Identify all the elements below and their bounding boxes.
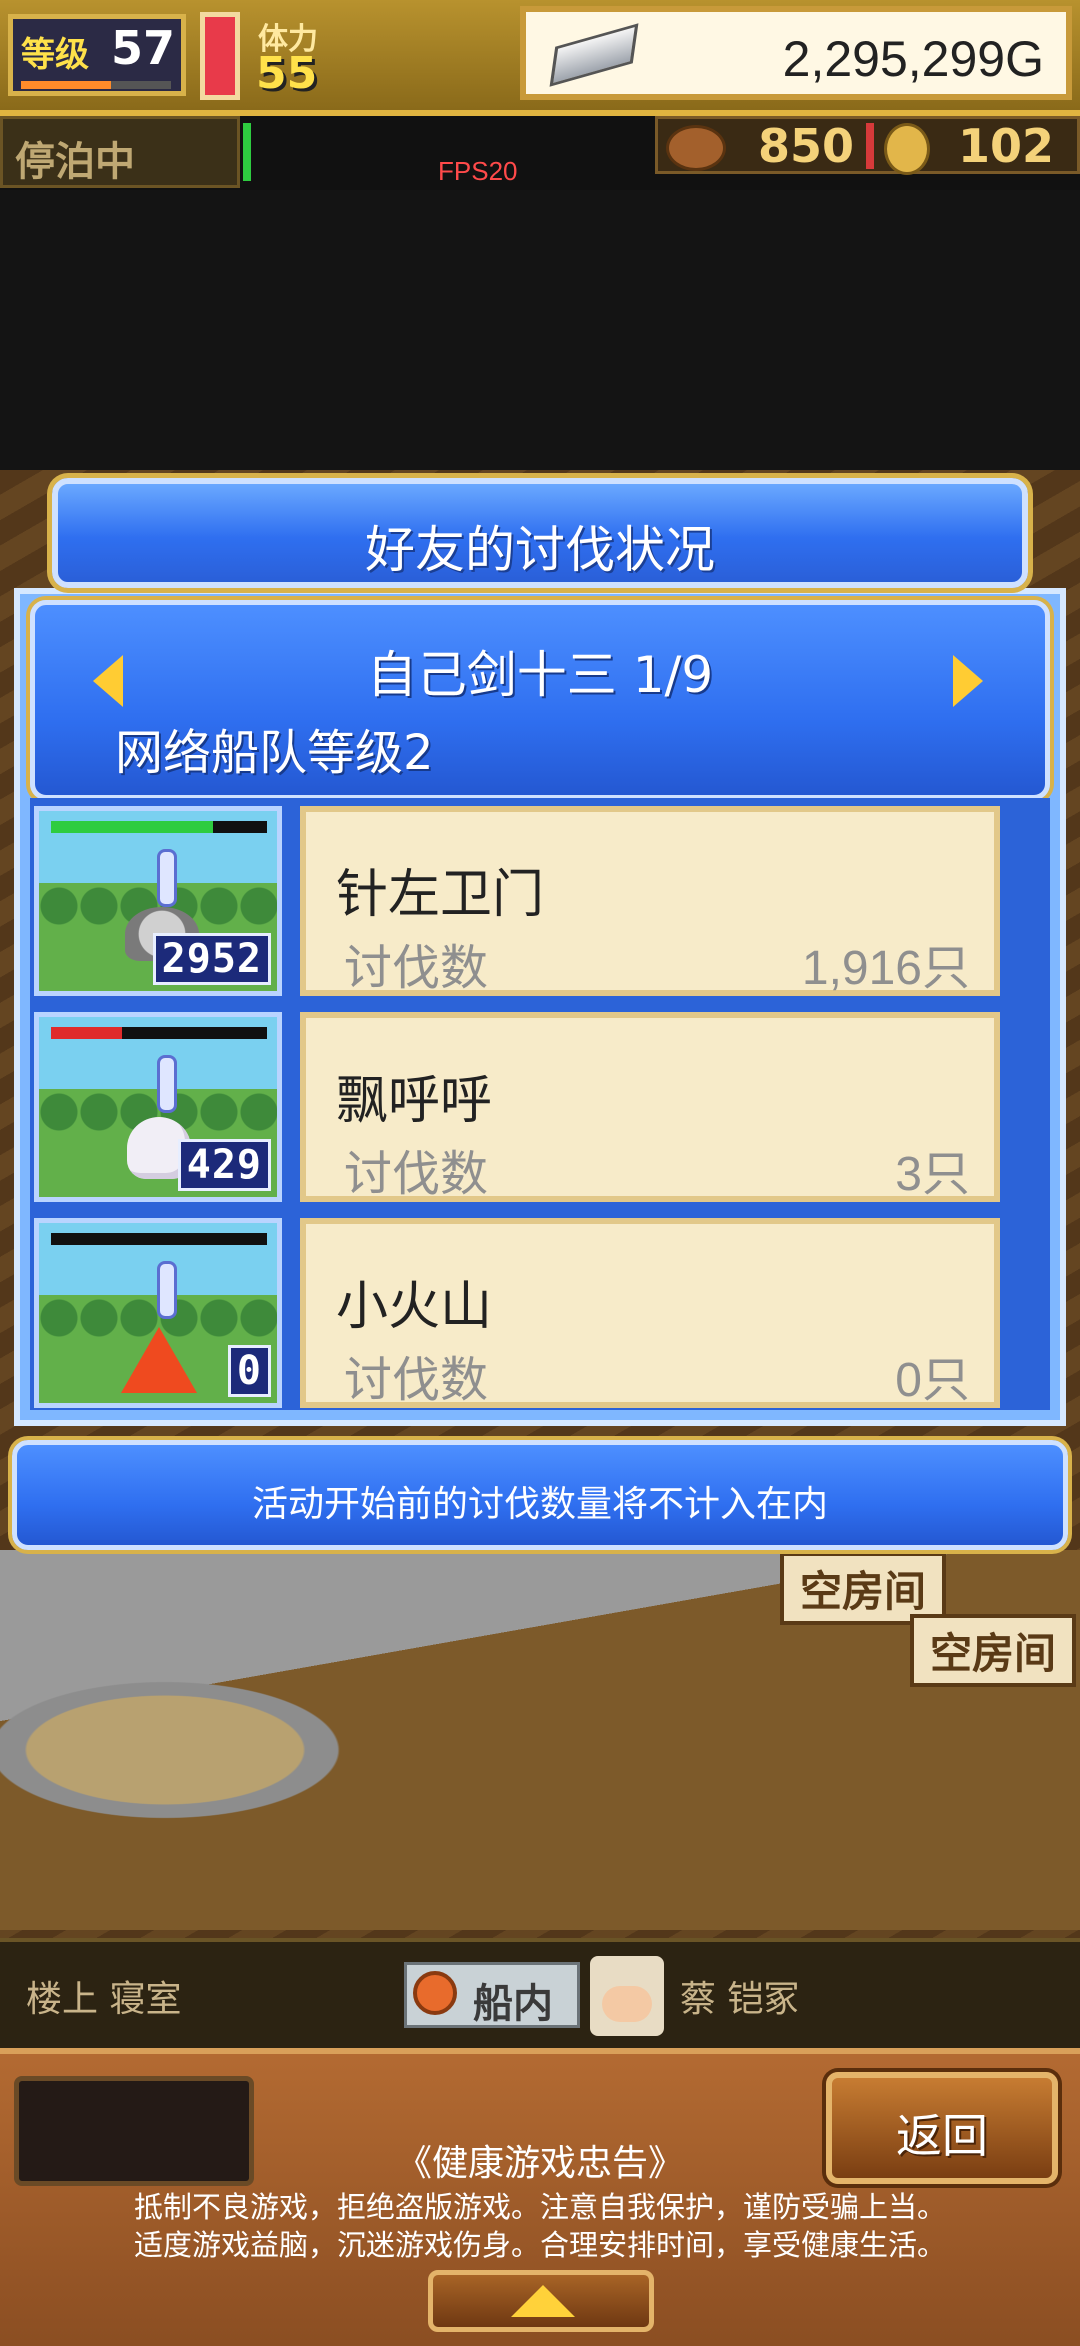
fps-counter: FPS20 [438, 156, 518, 186]
dock-status-text: 停泊中 [15, 139, 135, 185]
health-advisory-line1: 抵制不良游戏，拒绝盗版游戏。注意自我保护，谨防受骗上当。 [133, 2190, 946, 2224]
kill-label: 讨伐数 [344, 940, 489, 996]
up-arrow-icon [511, 2285, 575, 2317]
dock-status: 停泊中 [0, 116, 251, 188]
hp-bar [51, 821, 267, 833]
hp-bar [51, 1027, 267, 1039]
health-advisory-title: 《健康游戏忠告》 [395, 2143, 684, 2184]
food-count: 850 [758, 119, 855, 173]
level-value: 57 [111, 21, 176, 75]
resource-separator [866, 123, 874, 169]
kill-count: 3只 [895, 1148, 970, 1201]
expand-menu-button[interactable] [428, 2270, 654, 2332]
monster-list[interactable]: 2952 针左卫门 讨伐数 1,916只 429 飘呼呼 讨伐数 3只 0 小火… [30, 798, 1050, 1410]
medal-coin-icon [884, 123, 930, 175]
thumb-count: 0 [227, 1345, 271, 1397]
exp-bar [21, 81, 171, 89]
monster-thumbnail: 2952 [34, 806, 282, 996]
kill-label: 讨伐数 [344, 1352, 489, 1408]
thumb-count: 2952 [152, 933, 271, 985]
food-icon [666, 125, 726, 171]
gold-box: 2,295,299G [520, 6, 1072, 100]
monster-name: 小火山 [336, 1277, 493, 1337]
level-label: 等级 [21, 35, 89, 75]
stamina-value: 55 [256, 48, 318, 99]
kill-count: 0只 [895, 1354, 970, 1407]
kill-count: 1,916只 [801, 942, 970, 995]
level-box: 等级 57 [8, 14, 186, 96]
alert-icon [157, 1055, 177, 1113]
silver-bar-icon [549, 23, 639, 87]
thumb-count: 429 [177, 1139, 271, 1191]
room-sign[interactable]: 空房间 [910, 1614, 1077, 1687]
alert-icon [157, 1261, 177, 1319]
location-upstairs[interactable]: 楼上 寝室 [26, 1970, 181, 2022]
list-item[interactable]: 429 飘呼呼 讨伐数 3只 [30, 1004, 1030, 1208]
dock-indicator [243, 123, 251, 181]
coin-count: 102 [958, 119, 1055, 173]
hp-bar [51, 1233, 267, 1245]
character-name[interactable]: 蔡 铠冢 [680, 1970, 799, 2022]
resource-bar: 850 102 [655, 116, 1080, 175]
top-status-bar: 等级 57 体力 55 2,295,299G [0, 0, 1080, 116]
list-item[interactable]: 0 小火山 讨伐数 0只 [30, 1210, 1030, 1410]
current-location-label: 船内 [473, 1981, 553, 2027]
character-avatar[interactable] [590, 1956, 664, 2036]
gold-value: 2,295,299G [782, 31, 1044, 87]
hp-gauge [200, 12, 240, 100]
monster-name: 飘呼呼 [336, 1071, 493, 1131]
location-bar: 楼上 寝室 船内 蔡 铠冢 [0, 1938, 1080, 2056]
next-arrow-icon[interactable] [953, 655, 983, 707]
list-item[interactable]: 2952 针左卫门 讨伐数 1,916只 [30, 798, 1030, 1002]
notice-bar: 活动开始前的讨伐数量将不计入在内 [12, 1440, 1068, 1550]
fire-monster-icon [121, 1327, 197, 1393]
monster-card[interactable]: 飘呼呼 讨伐数 3只 [300, 1012, 1000, 1202]
monster-thumbnail: 0 [34, 1218, 282, 1408]
monster-thumbnail: 429 [34, 1012, 282, 1202]
fleet-level: 网络船队等级2 [115, 725, 434, 781]
monster-card[interactable]: 小火山 讨伐数 0只 [300, 1218, 1000, 1408]
player-name: 自己剑十三 1/9 [366, 646, 714, 704]
current-location[interactable]: 船内 [404, 1962, 580, 2028]
health-advisory-line2: 适度游戏益脑，沉迷游戏伤身。合理安排时间，享受健康生活。 [133, 2228, 946, 2262]
world-dark-area [0, 190, 1080, 470]
monster-name: 针左卫门 [336, 865, 545, 925]
map-pin-icon [413, 1971, 457, 2015]
bottom-panel: 返回 《健康游戏忠告》 抵制不良游戏，拒绝盗版游戏。注意自我保护，谨防受骗上当。… [0, 2048, 1080, 2346]
notice-text: 活动开始前的讨伐数量将不计入在内 [251, 1484, 828, 1525]
alert-icon [157, 849, 177, 907]
dialog-title: 好友的讨伐状况 [365, 521, 715, 579]
kill-label: 讨伐数 [344, 1146, 489, 1202]
player-header: 自己剑十三 1/9 网络船队等级2 [30, 600, 1050, 800]
stamina-box: 体力 55 [250, 10, 500, 100]
monster-card[interactable]: 针左卫门 讨伐数 1,916只 [300, 806, 1000, 996]
dialog-title-bar: 好友的讨伐状况 [52, 478, 1028, 588]
